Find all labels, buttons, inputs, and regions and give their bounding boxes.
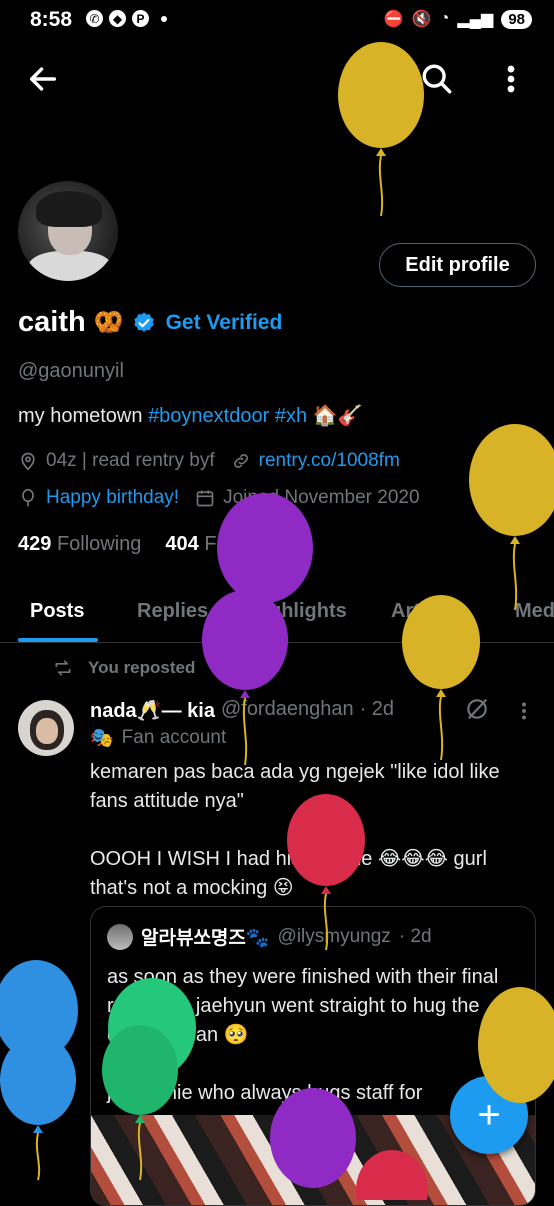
profile-location: 04z | read rentry byf	[46, 450, 215, 471]
following-label: Following	[56, 533, 142, 555]
profile-handle: @gaonunyil	[18, 360, 124, 382]
mute-icon: 🔇	[411, 11, 432, 28]
followers-count: 404	[165, 533, 199, 555]
follow-stats: 429 Following 404 Followers	[18, 533, 290, 556]
post-time: · 2d	[359, 698, 395, 720]
more-notifications-dot	[161, 15, 167, 22]
pinterest-icon: P	[132, 10, 149, 27]
balloon-yellow-top	[338, 42, 424, 217]
back-arrow-icon[interactable]	[26, 62, 60, 96]
following-stat[interactable]: 429 Following	[18, 533, 141, 556]
post-author-name[interactable]: nada🥂— kia	[90, 698, 215, 723]
bio-emoji: 🏠🎸	[312, 405, 363, 427]
profile-meta-row2: Happy birthday! Joined November 2020	[18, 487, 420, 509]
fan-account-label: Fan account	[121, 727, 227, 748]
followers-label: Followers	[204, 533, 290, 555]
following-count: 429	[18, 533, 52, 555]
plus-icon: +	[477, 1092, 501, 1137]
joined-date: Joined November 2020	[223, 487, 420, 508]
repost-label: You reposted	[88, 658, 196, 677]
post-author-handle[interactable]: @fordaenghan	[221, 698, 354, 723]
profile-name: caith	[18, 306, 86, 338]
post-header: nada🥂— kia @fordaenghan · 2d	[90, 698, 394, 723]
whatsapp-icon: ✆	[86, 10, 103, 27]
bio-text: my hometown	[18, 405, 149, 427]
search-icon[interactable]	[420, 62, 454, 96]
repost-icon	[55, 660, 71, 676]
dnd-icon: ⛔	[383, 11, 404, 28]
messenger-icon: ◆	[109, 10, 126, 27]
tab-media[interactable]: Media	[515, 600, 554, 623]
calendar-icon	[196, 490, 214, 507]
location-icon	[21, 452, 35, 471]
quote-author-name: 알라뷰쏘명즈🐾	[141, 928, 270, 949]
balloon-blue-left-1	[0, 960, 78, 1068]
quote-time: · 2d	[398, 925, 432, 947]
hashtag-xh[interactable]: #xh	[275, 405, 307, 427]
link-icon	[233, 454, 248, 468]
wifi-icon: ◔	[439, 10, 450, 27]
quote-author-handle: @ilysmyungz	[277, 925, 391, 947]
followers-stat[interactable]: 404 Followers	[165, 533, 290, 556]
quote-author-avatar	[107, 923, 133, 950]
edit-profile-button[interactable]: Edit profile	[379, 243, 536, 287]
status-time: 8:58	[30, 8, 73, 31]
name-emoji: 🥨	[93, 309, 124, 336]
more-options-icon[interactable]	[498, 62, 524, 96]
get-verified-link[interactable]: Get Verified	[166, 311, 283, 335]
hashtag-boynextdoor[interactable]: #boynextdoor	[148, 405, 269, 427]
balloon-purple-1	[217, 493, 313, 681]
profile-meta-row1: 04z | read rentry byf rentry.co/1008fm	[18, 450, 400, 472]
tab-highlights[interactable]: Highlights	[249, 600, 347, 623]
active-tab-indicator	[18, 638, 98, 642]
verified-badge-icon[interactable]	[132, 311, 156, 335]
profile-website-link[interactable]: rentry.co/1008fm	[259, 450, 400, 472]
post-author-avatar[interactable]	[18, 700, 74, 756]
profile-avatar[interactable]	[18, 181, 118, 281]
signal-icon: ▂▄▆	[457, 11, 494, 28]
balloon-blue-left-2	[0, 1035, 76, 1181]
fan-account-badge: 🎭 Fan account	[90, 726, 226, 750]
post-more-icon[interactable]	[516, 698, 532, 724]
quoted-post[interactable]: 알라뷰쏘명즈🐾 @ilysmyungz · 2d as soon as they…	[90, 906, 536, 1206]
grok-icon[interactable]	[464, 696, 490, 722]
repost-header: You reposted	[52, 658, 195, 678]
profile-tabs: Posts Replies Highlights Articles Media	[0, 590, 554, 643]
balloon-icon	[22, 488, 34, 507]
theater-mask-icon: 🎭	[90, 728, 114, 749]
battery-indicator: 98	[501, 9, 532, 29]
quote-header: 알라뷰쏘명즈🐾 @ilysmyungz · 2d	[107, 923, 432, 950]
notification-icons: ✆ ◆ P	[86, 10, 167, 27]
profile-name-row: caith 🥨 Get Verified	[18, 306, 282, 339]
balloon-yellow-right	[469, 424, 554, 611]
quote-text: as soon as they were finished with their…	[107, 966, 499, 1104]
tab-replies[interactable]: Replies	[137, 600, 208, 623]
profile-bio: my hometown #boynextdoor #xh 🏠🎸	[18, 403, 362, 428]
compose-post-button[interactable]: +	[450, 1076, 528, 1154]
tab-articles[interactable]: Articles	[391, 600, 464, 623]
post-text: kemaren pas baca ada yg ngejek "like ido…	[90, 761, 500, 899]
system-icons: ⛔ 🔇 ◔ ▂▄▆ 98	[384, 9, 532, 29]
tab-posts[interactable]: Posts	[30, 600, 84, 623]
birthday-link[interactable]: Happy birthday!	[46, 487, 179, 509]
